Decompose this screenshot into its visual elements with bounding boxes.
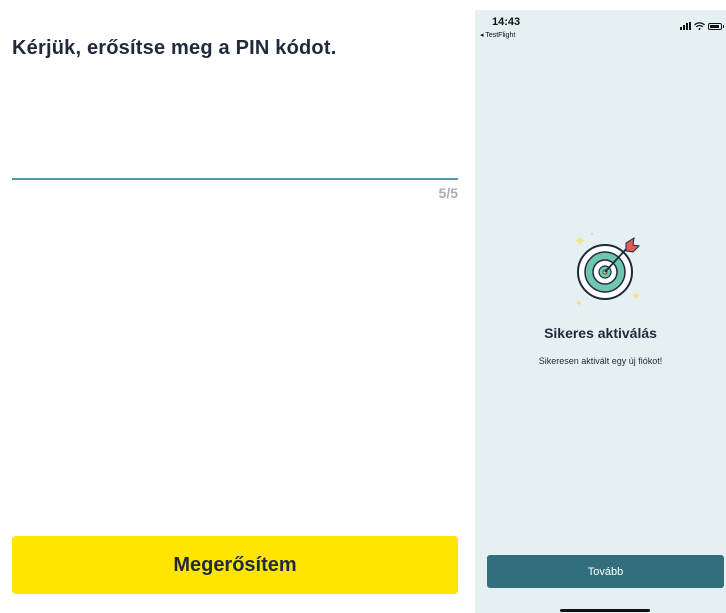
pin-length-counter: 5/5: [438, 185, 458, 201]
pin-confirm-screen: Kérjük, erősítse meg a PIN kódot. 5/5 Me…: [0, 0, 472, 613]
next-button[interactable]: Tovább: [487, 555, 724, 588]
back-to-testflight-link[interactable]: ◂ TestFlight: [480, 31, 515, 39]
target-with-arrow-icon: [575, 233, 641, 306]
status-time: 14:43: [492, 16, 521, 28]
pin-input[interactable]: [12, 110, 458, 180]
success-title: Sikeres aktiválás: [544, 325, 657, 341]
confirm-button[interactable]: Megerősítem: [12, 536, 458, 594]
status-icons: [680, 20, 724, 30]
signal-icon: [680, 22, 691, 30]
wifi-icon: [694, 22, 705, 30]
success-message: Sikeresen aktivált egy új fiókot!: [538, 356, 663, 366]
page-title: Kérjük, erősítse meg a PIN kódot.: [12, 37, 337, 59]
battery-icon: [708, 23, 724, 30]
activation-success-screen: 14:43 ◂ TestFlight Sikeres aktiválás Sik…: [475, 10, 726, 613]
home-indicator[interactable]: [560, 609, 650, 612]
